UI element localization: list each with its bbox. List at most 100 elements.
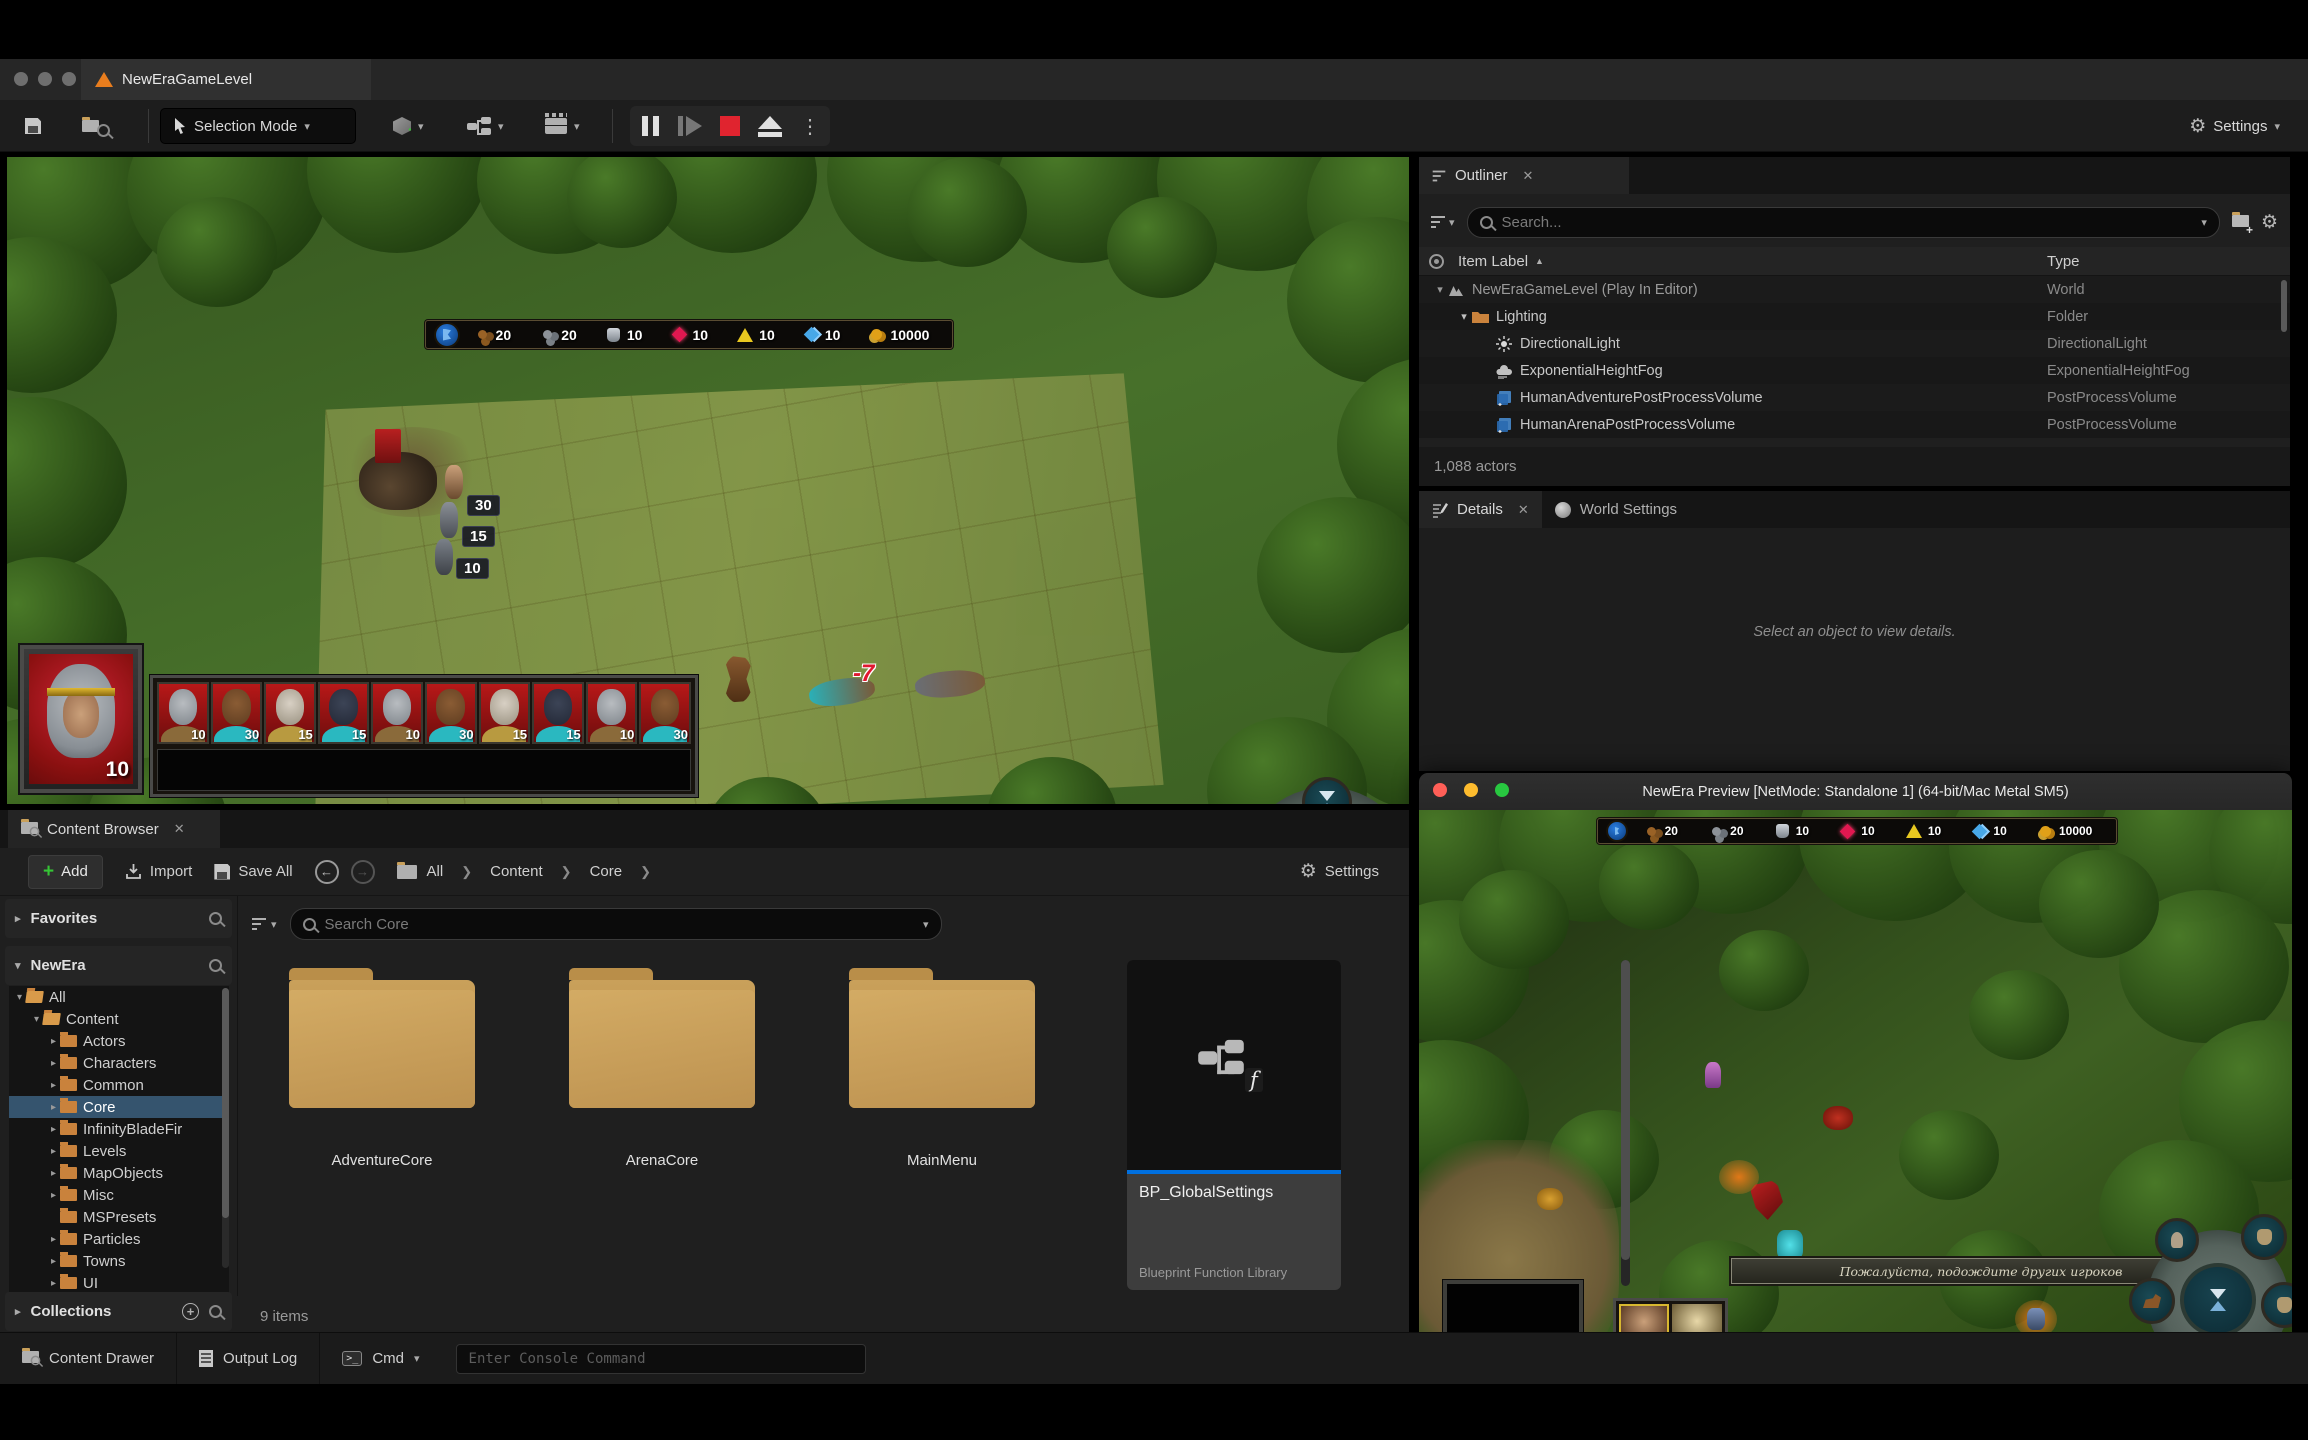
asset-bp-globalsettings[interactable]: f BP_GlobalSettings Blueprint Function L… [1127, 960, 1341, 1290]
unit-slot-soldier[interactable]: 15 [264, 682, 316, 744]
content-drawer-button[interactable]: Content Drawer [0, 1333, 177, 1384]
expander-right-icon[interactable]: ▸ [47, 1168, 60, 1179]
project-section[interactable]: ▾ NewEra [5, 946, 232, 985]
traffic-lights[interactable] [14, 72, 76, 90]
save-level-button[interactable] [25, 108, 41, 144]
head-button[interactable] [2155, 1218, 2199, 1262]
tree-item-levels[interactable]: ▸Levels [9, 1140, 229, 1162]
column-item-label[interactable]: Item Label [1458, 253, 1528, 270]
collections-section[interactable]: ▸ Collections + [5, 1292, 232, 1331]
forward-button[interactable]: → [351, 860, 375, 884]
hero-portrait[interactable]: 10 [20, 645, 142, 793]
breadcrumb-content[interactable]: Content [490, 863, 543, 880]
peasant-unit[interactable] [445, 465, 463, 499]
soldier-unit[interactable] [435, 539, 453, 575]
eject-button[interactable] [755, 111, 785, 141]
preview-window[interactable]: NewEra Preview [NetMode: Standalone 1] (… [1419, 773, 2292, 1378]
unit-slot-archer[interactable]: 15 [318, 682, 370, 744]
tree-item-misc[interactable]: ▸Misc [9, 1184, 229, 1206]
player-flag-icon[interactable] [434, 322, 460, 348]
close-icon[interactable]: ✕ [1518, 502, 1529, 518]
tree-item-infinitybladefir[interactable]: ▸InfinityBladeFir [9, 1118, 229, 1140]
blueprints-button[interactable]: ▾ [467, 108, 504, 144]
bag-button[interactable] [2261, 1282, 2292, 1328]
unit-slot-peasant[interactable]: 10 [157, 682, 209, 744]
outliner-row[interactable]: ExponentialHeightFogExponentialHeightFog [1419, 357, 2290, 384]
tree-item-ui[interactable]: ▸UI [9, 1272, 229, 1294]
outliner-filter-button[interactable]: ▾ [1431, 216, 1455, 229]
hourglass-center-button[interactable] [2180, 1263, 2256, 1337]
unit-slot-hood[interactable]: 30 [211, 682, 263, 744]
asset-folder-mainmenu[interactable]: MainMenu [842, 980, 1042, 1169]
search-icon[interactable] [209, 1305, 222, 1318]
tab-outliner[interactable]: Outliner ✕ [1419, 157, 1629, 194]
close-icon[interactable]: ✕ [174, 821, 185, 837]
expander-down-icon[interactable]: ▾ [13, 992, 26, 1003]
add-collection-icon[interactable]: + [182, 1303, 199, 1320]
expander-right-icon[interactable]: ▸ [47, 1278, 60, 1289]
tree-item-core[interactable]: ▸Core [9, 1096, 229, 1118]
column-type[interactable]: Type [2047, 253, 2080, 270]
asset-filter-button[interactable]: ▾ [252, 918, 277, 931]
back-button[interactable]: ← [315, 860, 339, 884]
add-folder-button[interactable]: + [2232, 214, 2249, 231]
tab-details[interactable]: Details ✕ [1419, 491, 1542, 528]
content-browser-settings-button[interactable]: ⚙ Settings [1300, 860, 1379, 883]
breadcrumb-all[interactable]: All [427, 863, 444, 880]
unit-slot-peasant[interactable]: 10 [371, 682, 423, 744]
add-actor-button[interactable]: + ▾ [393, 108, 424, 144]
expander-right-icon[interactable]: ▸ [47, 1036, 60, 1047]
outliner-search-input[interactable]: Search... ▾ [1467, 207, 2220, 238]
outliner-row[interactable]: ▾LightingFolder [1419, 303, 2290, 330]
expander-down-icon[interactable]: ▾ [1433, 283, 1447, 296]
zoom-window-button[interactable] [62, 72, 76, 86]
output-log-button[interactable]: Output Log [177, 1333, 320, 1384]
favorites-section[interactable]: ▸ Favorites [5, 899, 232, 938]
unit-slot-soldier[interactable]: 15 [479, 682, 531, 744]
tree-item-mspresets[interactable]: MSPresets [9, 1206, 229, 1228]
preview-game-scene[interactable]: 20201010101010000 Пожалуйста, подождите … [1419, 810, 2292, 1378]
expander-right-icon[interactable]: ▸ [47, 1146, 60, 1157]
preview-titlebar[interactable]: NewEra Preview [NetMode: Standalone 1] (… [1419, 773, 2292, 810]
breadcrumb-core[interactable]: Core [590, 863, 623, 880]
tree-item-actors[interactable]: ▸Actors [9, 1030, 229, 1052]
tab-world-settings[interactable]: World Settings [1542, 491, 1690, 528]
add-button[interactable]: + Add [28, 855, 103, 889]
import-button[interactable]: Import [125, 863, 193, 880]
assets-scrollbar[interactable] [1621, 960, 1630, 1286]
level-tab[interactable]: NewEraGameLevel [81, 59, 371, 100]
tree-item-particles[interactable]: ▸Particles [9, 1228, 229, 1250]
play-options-button[interactable]: ⋮ [795, 111, 825, 141]
outliner-row[interactable]: ▾NewEraGameLevel (Play In Editor)World [1419, 276, 2290, 303]
horse-button[interactable] [2129, 1278, 2175, 1324]
tree-item-mapobjects[interactable]: ▸MapObjects [9, 1162, 229, 1184]
tree-item-content[interactable]: ▾Content [9, 1008, 229, 1030]
eye-visibility-icon[interactable] [1429, 254, 1444, 269]
soldier-unit[interactable] [440, 502, 458, 538]
save-all-button[interactable]: Save All [214, 863, 292, 880]
game-viewport[interactable]: -7 301510 20201010101010000 10 103015151… [7, 157, 1409, 804]
unit-slot-archer[interactable]: 15 [532, 682, 584, 744]
cmd-dropdown[interactable]: >_ Cmd ▾ [320, 1333, 441, 1384]
asset-folder-arenacore[interactable]: ArenaCore [562, 980, 762, 1169]
close-icon[interactable]: ✕ [1523, 168, 1534, 184]
search-icon[interactable] [209, 912, 222, 925]
tab-content-browser[interactable]: Content Browser ✕ [8, 810, 220, 848]
outliner-settings-button[interactable]: ⚙ [2261, 211, 2278, 234]
expander-right-icon[interactable]: ▸ [47, 1102, 60, 1113]
search-icon[interactable] [209, 959, 222, 972]
tree-item-characters[interactable]: ▸Characters [9, 1052, 229, 1074]
outliner-row[interactable]: HumanArenaPostProcessVolumePostProcessVo… [1419, 411, 2290, 438]
outliner-scrollbar[interactable] [2281, 280, 2287, 332]
selection-mode-dropdown[interactable]: Selection Mode ▾ [160, 108, 356, 144]
helmet-button[interactable] [2241, 1214, 2287, 1260]
unit-slot-hood[interactable]: 30 [425, 682, 477, 744]
unit-slot-hood[interactable]: 30 [639, 682, 691, 744]
outliner-row[interactable]: DirectionalLightDirectionalLight [1419, 330, 2290, 357]
minimize-window-button[interactable] [38, 72, 52, 86]
stop-button[interactable] [715, 111, 745, 141]
tree-item-towns[interactable]: ▸Towns [9, 1250, 229, 1272]
cinematics-button[interactable]: ▾ [545, 108, 580, 144]
expander-down-icon[interactable]: ▾ [1457, 310, 1471, 323]
expander-right-icon[interactable]: ▸ [47, 1080, 60, 1091]
